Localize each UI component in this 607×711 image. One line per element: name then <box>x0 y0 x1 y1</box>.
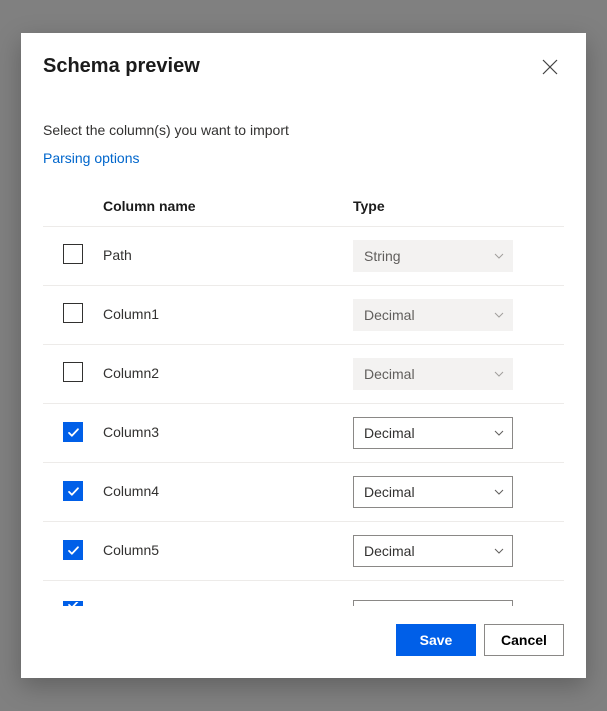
column-name-text: Column4 <box>103 483 159 499</box>
type-select[interactable]: Decimal <box>353 417 513 449</box>
dialog-body: Select the column(s) you want to import … <box>21 82 586 606</box>
table-row: Column1 Decimal <box>43 286 564 345</box>
type-select: Decimal <box>353 299 513 331</box>
type-select-value: Decimal <box>353 535 513 567</box>
column-name-text: Column3 <box>103 424 159 440</box>
type-select-value: Decimal <box>353 299 513 331</box>
dialog-footer: Save Cancel <box>21 606 586 678</box>
save-button[interactable]: Save <box>396 624 476 656</box>
type-select-value: Decimal <box>353 358 513 390</box>
cancel-button[interactable]: Cancel <box>484 624 564 656</box>
type-select[interactable]: Decimal <box>353 535 513 567</box>
table-row: Column4 Decimal <box>43 463 564 522</box>
row-checkbox[interactable] <box>63 422 83 442</box>
type-select-value: String <box>353 240 513 272</box>
type-select-value: Decimal <box>353 476 513 508</box>
row-checkbox[interactable] <box>63 481 83 501</box>
close-button[interactable] <box>538 55 562 82</box>
schema-preview-dialog: Schema preview Select the column(s) you … <box>21 33 586 678</box>
table-scroll-area[interactable]: Column name Type Path String Column1 Decima… <box>43 170 568 606</box>
dialog-header: Schema preview <box>21 33 586 82</box>
columns-table: Column name Type Path String Column1 Decima… <box>43 170 564 606</box>
table-row: Column5 Decimal <box>43 522 564 581</box>
table-row: Column2 Decimal <box>43 345 564 404</box>
row-checkbox[interactable] <box>63 540 83 560</box>
dialog-title: Schema preview <box>43 55 200 78</box>
parsing-options-link[interactable]: Parsing options <box>43 150 564 166</box>
header-checkbox-col <box>43 170 95 227</box>
column-name-text: Column2 <box>103 365 159 381</box>
table-header-row: Column name Type <box>43 170 564 227</box>
header-column-name: Column name <box>95 170 345 227</box>
row-checkbox[interactable] <box>63 303 83 323</box>
close-icon <box>542 59 558 75</box>
column-name-text: Column1 <box>103 306 159 322</box>
row-checkbox[interactable] <box>63 244 83 264</box>
table-row: Path String <box>43 227 564 286</box>
table-row: Column3 Decimal <box>43 404 564 463</box>
column-name-text: Path <box>103 247 132 263</box>
type-select: String <box>353 240 513 272</box>
table-row <box>43 581 564 607</box>
type-select-value: Decimal <box>353 417 513 449</box>
type-select[interactable]: Decimal <box>353 476 513 508</box>
header-type: Type <box>345 170 564 227</box>
type-select[interactable] <box>353 600 513 606</box>
instruction-text: Select the column(s) you want to import <box>43 122 564 138</box>
row-checkbox[interactable] <box>63 362 83 382</box>
table-body: PathStringColumn1DecimalColumn2DecimalCo… <box>43 227 564 607</box>
column-name-text: Column5 <box>103 542 159 558</box>
type-select: Decimal <box>353 358 513 390</box>
